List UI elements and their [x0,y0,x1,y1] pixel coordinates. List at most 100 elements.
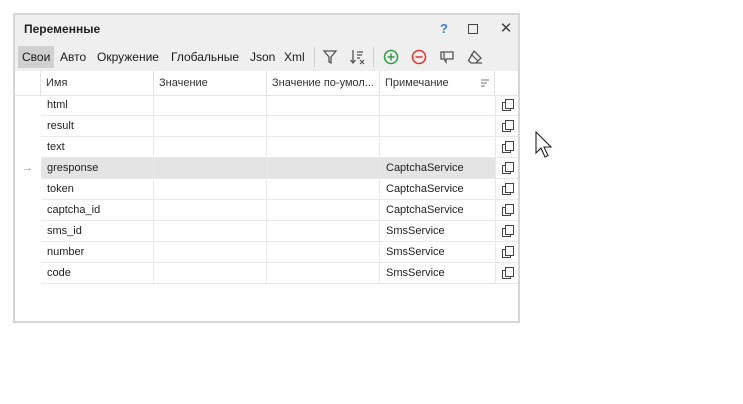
tab-own[interactable]: Свои [18,46,55,68]
cell-note[interactable]: SmsService [380,242,496,263]
tab-xml[interactable]: Xml [284,46,305,68]
copy-icon [502,267,514,279]
tab-environment[interactable]: Окружение [97,46,159,68]
copy-button[interactable] [496,221,518,242]
tab-auto[interactable]: Авто [60,46,86,68]
table-row[interactable]: result [15,116,518,137]
table-row[interactable]: captcha_id CaptchaService [15,200,518,221]
copy-icon [502,246,514,258]
mouse-cursor-icon [535,131,553,158]
eraser-icon[interactable] [465,47,485,67]
cell-default-value[interactable] [267,242,380,263]
cell-name[interactable]: gresponse [41,158,154,179]
filter-icon[interactable] [320,47,340,67]
toolbar-separator [373,47,374,67]
cell-value[interactable] [154,158,267,179]
help-button[interactable]: ? [435,20,453,38]
panel-title: Переменные [24,22,101,36]
remove-icon[interactable] [409,47,429,67]
row-marker: → [22,162,33,174]
row-marker [15,221,40,242]
variables-panel: Переменные ? ✕ Свои Авто Окружение Глоба… [13,13,520,323]
cell-default-value[interactable] [267,200,380,221]
copy-icon [502,204,514,216]
cell-value[interactable] [154,242,267,263]
copy-button[interactable] [496,200,518,221]
copy-button[interactable] [496,95,518,116]
copy-icon [502,141,514,153]
toolbar: Свои Авто Окружение Глобальные Json Xml [15,43,518,71]
header-default-value[interactable]: Значение по-умол... [267,71,380,95]
tab-json[interactable]: Json [250,46,275,68]
table-row[interactable]: token CaptchaService [15,179,518,200]
cell-value[interactable] [154,95,267,116]
copy-icon [502,99,514,111]
close-button[interactable]: ✕ [497,20,515,38]
cell-default-value[interactable] [267,221,380,242]
row-marker [15,116,40,137]
cell-default-value[interactable] [267,95,380,116]
sort-clear-icon[interactable] [348,47,368,67]
cell-note[interactable]: CaptchaService [380,158,496,179]
cell-value[interactable] [154,137,267,158]
cell-default-value[interactable] [267,179,380,200]
cell-default-value[interactable] [267,137,380,158]
copy-button[interactable] [496,263,518,284]
toolbar-separator [314,47,315,67]
row-marker [15,95,40,116]
table-row[interactable]: → gresponse CaptchaService [15,158,518,179]
copy-button[interactable] [496,242,518,263]
row-marker [15,263,40,284]
copy-icon [502,225,514,237]
cell-name[interactable]: token [41,179,154,200]
variables-table: Имя Значение Значение по-умол... Примеча… [15,71,518,284]
cell-note[interactable]: CaptchaService [380,200,496,221]
table-row[interactable]: code SmsService [15,263,518,284]
copy-button[interactable] [496,158,518,179]
row-marker [15,242,40,263]
cell-note[interactable]: SmsService [380,263,496,284]
maximize-button[interactable] [464,20,482,38]
cell-name[interactable]: captcha_id [41,200,154,221]
copy-icon [502,162,514,174]
table-row[interactable]: html [15,95,518,116]
cell-value[interactable] [154,263,267,284]
cell-value[interactable] [154,200,267,221]
cell-default-value[interactable] [267,263,380,284]
maximize-icon [468,24,478,34]
table-header: Имя Значение Значение по-умол... Примеча… [15,71,518,96]
cell-name[interactable]: sms_id [41,221,154,242]
header-note[interactable]: Примечание [380,71,495,95]
cell-value[interactable] [154,179,267,200]
header-value[interactable]: Значение [154,71,267,95]
add-icon[interactable] [381,47,401,67]
table-row[interactable]: number SmsService [15,242,518,263]
row-marker [15,200,40,221]
copy-button[interactable] [496,116,518,137]
header-name[interactable]: Имя [41,71,154,95]
comment-icon[interactable] [437,47,457,67]
tab-global[interactable]: Глобальные [171,46,239,68]
copy-button[interactable] [496,179,518,200]
cell-name[interactable]: result [41,116,154,137]
table-row[interactable]: text [15,137,518,158]
cell-note[interactable] [380,95,496,116]
cell-note[interactable] [380,137,496,158]
title-bar: Переменные ? ✕ [15,15,518,43]
cell-name[interactable]: number [41,242,154,263]
table-row[interactable]: sms_id SmsService [15,221,518,242]
cell-value[interactable] [154,221,267,242]
cell-name[interactable]: text [41,137,154,158]
cell-default-value[interactable] [267,116,380,137]
cell-note[interactable] [380,116,496,137]
copy-icon [502,183,514,195]
cell-default-value[interactable] [267,158,380,179]
cell-note[interactable]: SmsService [380,221,496,242]
cell-name[interactable]: html [41,95,154,116]
cell-value[interactable] [154,116,267,137]
cell-note[interactable]: CaptchaService [380,179,496,200]
copy-button[interactable] [496,137,518,158]
cell-name[interactable]: code [41,263,154,284]
sort-indicator-icon [481,79,489,87]
row-marker [15,179,40,200]
